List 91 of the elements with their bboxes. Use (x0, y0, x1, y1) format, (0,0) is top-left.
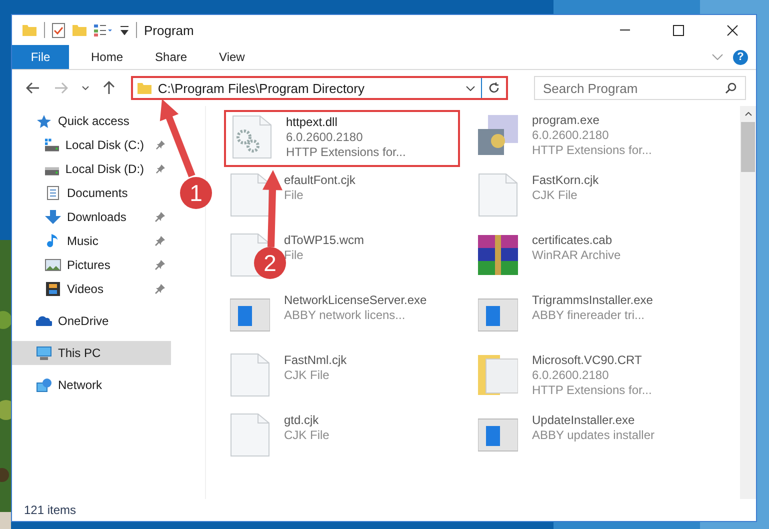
sidebar-item[interactable]: Local Disk (C:) (12, 133, 171, 157)
minimize-icon[interactable] (620, 29, 630, 31)
ribbon-tab[interactable]: View (203, 45, 261, 69)
pin-icon[interactable] (155, 236, 165, 246)
search-icon (725, 82, 737, 94)
file-name: FastNml.cjk (284, 353, 347, 368)
file-detail: WinRAR Archive (532, 248, 621, 263)
download-icon (45, 210, 61, 224)
file-name: FastKorn.cjk (532, 173, 599, 188)
sidebar-item[interactable]: Pictures (12, 253, 171, 277)
file-name: gtd.cjk (284, 413, 320, 428)
file-name: Microsoft.VC90.CRT (532, 353, 643, 368)
file-detail: HTTP Extensions for... (532, 143, 652, 158)
picture-frame-icon (45, 258, 61, 272)
ribbon-tab[interactable]: File (12, 45, 69, 69)
sidebar-item[interactable]: Videos (12, 277, 171, 301)
back-icon[interactable] (26, 82, 40, 94)
file-name: UpdateInstaller.exe (532, 413, 636, 428)
sidebar-item[interactable]: Documents (12, 181, 171, 205)
number-badge: 1 (180, 177, 212, 209)
pin-icon[interactable] (155, 260, 165, 270)
item-count: 121 items (24, 503, 76, 517)
file-detail: 6.0.2600.2180 (532, 368, 610, 383)
pin-icon[interactable] (155, 284, 165, 294)
folder-icon (478, 353, 518, 397)
search-field[interactable]: Search Program (534, 76, 746, 100)
pin-icon[interactable] (156, 140, 165, 150)
properties-icon[interactable] (52, 22, 65, 38)
dropdown-icon[interactable] (466, 86, 475, 90)
sidebar-item[interactable]: Music (12, 229, 171, 253)
blank-document-icon (230, 173, 270, 217)
monitor-icon (36, 346, 52, 360)
file-detail: File (284, 248, 304, 263)
file-detail: CJK File (532, 188, 578, 203)
file-name: certificates.cab (532, 233, 614, 248)
blank-document-icon (230, 413, 270, 457)
file-detail: HTTP Extensions for... (532, 383, 652, 398)
folder-icon (136, 82, 152, 94)
drive-icon (45, 138, 60, 152)
sidebar-item[interactable]: This PC (12, 341, 171, 365)
file-name: efaultFont.cjk (284, 173, 356, 188)
file-name: TrigrammsInstaller.exe (532, 293, 653, 308)
scroll-up-icon[interactable] (744, 112, 752, 116)
view-icon[interactable] (94, 24, 113, 36)
sidebar-item[interactable]: Network (12, 373, 171, 397)
network-icon (36, 378, 52, 392)
file-detail: CJK File (284, 368, 330, 383)
scroll-thumb[interactable] (741, 122, 755, 172)
installer-icon (478, 113, 518, 157)
ribbon-tab[interactable]: Share (139, 45, 204, 69)
file-detail: ABBY finereader tri... (532, 308, 646, 323)
blank-document-icon (478, 173, 518, 217)
folder-icon (22, 24, 37, 36)
file-detail: CJK File (284, 428, 330, 443)
film-icon (45, 282, 61, 296)
scrollbar[interactable] (740, 106, 756, 499)
file-name: dToWP15.wcm (284, 233, 364, 248)
address-bar[interactable]: C:\Program Files\Program Directory (130, 76, 508, 100)
customize-icon[interactable] (120, 26, 129, 34)
pin-icon[interactable] (155, 212, 165, 222)
chevron-icon[interactable] (712, 54, 723, 60)
gear-document-icon (232, 115, 272, 159)
close-icon[interactable] (727, 24, 738, 36)
window-title: Program (144, 22, 194, 38)
file-detail: ABBY updates installer (532, 428, 655, 443)
file-name: NetworkLicenseServer.exe (284, 293, 427, 308)
maximize-icon[interactable] (673, 24, 684, 36)
file-detail: ABBY network licens... (284, 308, 406, 323)
sidebar-item[interactable]: Downloads (12, 205, 171, 229)
up-icon[interactable] (102, 81, 115, 95)
document-icon (45, 186, 61, 200)
file-detail: 6.0.2600.2180 (286, 130, 364, 145)
file-detail: HTTP Extensions for... (286, 145, 406, 160)
sidebar-item[interactable]: Quick access (12, 109, 145, 133)
ribbon-tab[interactable]: Home (75, 45, 140, 69)
file-name: httpext.dll (286, 115, 338, 130)
refresh-icon[interactable] (488, 82, 500, 94)
stacked-books-icon (478, 233, 518, 277)
star-icon (36, 114, 52, 128)
file-name: program.exe (532, 113, 600, 128)
cloud-icon (36, 314, 52, 328)
address-path: C:\Program Files\Program Directory (158, 80, 366, 96)
number-badge: 2 (254, 247, 286, 279)
sidebar-item[interactable]: Local Disk (D:) (12, 157, 171, 181)
blank-document-icon (230, 353, 270, 397)
dropdown-icon[interactable] (82, 86, 89, 90)
file-detail: File (284, 188, 304, 203)
help-button[interactable]: ? (733, 50, 748, 64)
sidebar-item[interactable]: OneDrive (12, 309, 171, 333)
pin-icon[interactable] (156, 164, 165, 174)
file-detail: 6.0.2600.2180 (532, 128, 610, 143)
